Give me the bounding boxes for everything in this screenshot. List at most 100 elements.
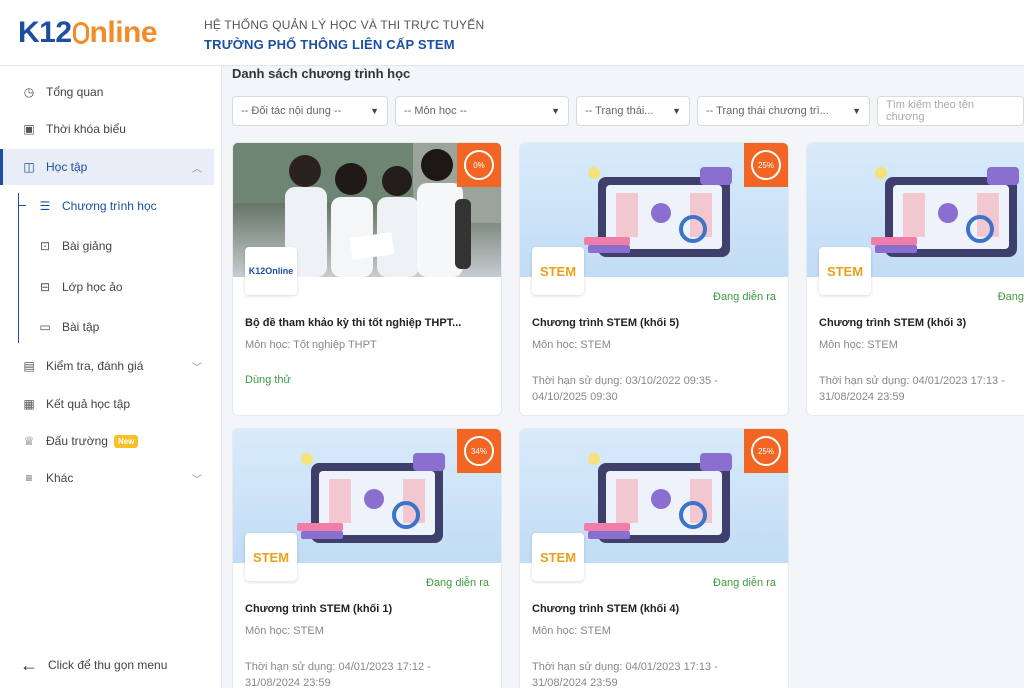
clipboard-icon: ▤	[23, 359, 35, 373]
search-input[interactable]: Tìm kiếm theo tên chương	[877, 96, 1024, 126]
system-name: HỆ THỐNG QUẢN LÝ HỌC VÀ THI TRỰC TUYẾN	[204, 18, 485, 32]
progress-percent: 0%	[464, 150, 494, 180]
stem-logo: STEM	[532, 247, 584, 295]
sidebar-item-results[interactable]: ▦ Kết quả học tập	[0, 386, 214, 422]
status-label: Đang diễn ra	[713, 291, 776, 303]
chevron-down-icon: ▼	[551, 106, 560, 116]
expiry-line: Thời hạn sử dụng: 04/01/2023 17:13 -	[819, 375, 1005, 387]
expiry-line: Thời hạn sử dụng: 03/10/2022 09:35 -	[532, 375, 718, 387]
stem-logo-text: STEM	[539, 263, 577, 279]
chevron-up-icon: ︿	[192, 163, 202, 175]
subject-select[interactable]: -- Môn học -- ▼	[395, 96, 569, 126]
logo-online-text: nline	[89, 16, 158, 49]
school-name: TRƯỜNG PHỔ THÔNG LIÊN CẤP STEM	[204, 37, 455, 52]
chevron-down-icon: ▼	[370, 106, 379, 116]
progress-percent: 34%	[464, 436, 494, 466]
sidebar-item-learning[interactable]: ◫ Học tập ︿	[0, 149, 214, 185]
sidebar-item-lectures[interactable]: ⊡ Bài giảng	[0, 228, 214, 264]
sidebar-item-curriculum[interactable]: ☰ Chương trình học	[0, 188, 214, 224]
card-title: Chương trình STEM (khối 4)	[532, 603, 680, 615]
content-partner-select[interactable]: -- Đối tác nội dung -- ▼	[232, 96, 388, 126]
progress-badge: 0%	[457, 143, 501, 187]
status-label: Đang diễn ra	[426, 577, 489, 589]
card-title: Chương trình STEM (khối 1)	[245, 603, 393, 615]
list-icon: ☰	[39, 199, 51, 213]
open-book-icon: ⊡	[39, 239, 51, 253]
program-card[interactable]: 25% STEM Đang diễn ra Chương trình STEM …	[519, 428, 789, 688]
card-subject: Môn học: Tốt nghiệp THPT	[245, 339, 377, 351]
card-subject: Môn học: STEM	[245, 625, 324, 637]
arrow-left-icon: ←	[20, 654, 38, 675]
sidebar-item-virtual-class[interactable]: ⊟ Lớp học ảo	[0, 269, 214, 305]
logo-mouse-icon	[72, 22, 89, 44]
card-expiry: Thời hạn sử dụng: 04/01/2023 17:13 - 31/…	[532, 659, 782, 688]
sidebar-item-label: Khác	[46, 471, 74, 485]
stem-logo-text: STEM	[252, 549, 290, 565]
collapse-menu-label: Click để thu gọn menu	[48, 658, 168, 672]
sidebar-item-label: Thời khóa biểu	[46, 122, 126, 136]
card-subject: Môn học: STEM	[532, 625, 611, 637]
stem-logo-text: STEM	[539, 549, 577, 565]
partner-logo: K12Online	[245, 247, 297, 295]
chevron-down-icon: ﹀	[192, 362, 202, 374]
select-value: -- Đối tác nội dung --	[241, 105, 342, 117]
dashboard-icon: ◷	[23, 85, 35, 99]
status-select[interactable]: -- Trạng thái... ▼	[576, 96, 690, 126]
sidebar-item-label: Học tập	[46, 160, 88, 174]
sidebar-item-overview[interactable]: ◷ Tổng quan	[0, 74, 214, 110]
select-value: -- Trạng thái...	[585, 105, 654, 117]
program-card[interactable]: STEM Đang Chương trình STEM (khối 3) Môn…	[806, 142, 1024, 416]
sidebar-item-assignments[interactable]: ▭ Bài tập	[0, 309, 214, 345]
card-title: Chương trình STEM (khối 5)	[532, 317, 680, 329]
expiry-line: 31/08/2024 23:59	[819, 391, 905, 403]
chevron-down-icon: ▼	[672, 106, 681, 116]
program-card[interactable]: 0% K12Online Bộ đề tham khảo kỳ thi tốt …	[232, 142, 502, 416]
sidebar: ◷ Tổng quan ▣ Thời khóa biểu ◫ Học tập ︿…	[0, 66, 222, 688]
trial-link[interactable]: Dùng thử	[245, 374, 291, 386]
status-label: Đang	[997, 291, 1024, 303]
program-card[interactable]: 25% STEM Đang diễn ra Chương trình STEM …	[519, 142, 789, 416]
expiry-line: 04/10/2025 09:30	[532, 391, 618, 403]
collapse-menu-button[interactable]: ← Click để thu gọn menu	[0, 650, 214, 680]
progress-percent: 25%	[751, 436, 781, 466]
card-title: Chương trình STEM (khối 3)	[819, 317, 967, 329]
logo-k12-text: K12	[18, 16, 72, 49]
new-badge: New	[113, 434, 139, 448]
chevron-down-icon: ﹀	[192, 474, 202, 486]
k12online-logo[interactable]: K12 nline	[18, 16, 158, 50]
search-placeholder: Tìm kiếm theo tên chương	[886, 99, 975, 123]
select-value: -- Trạng thái chương trì...	[706, 105, 829, 117]
sidebar-item-label: Kết quả học tập	[46, 397, 131, 411]
sidebar-item-label: Đấu trường	[46, 434, 108, 448]
select-value: -- Môn học --	[404, 105, 467, 117]
virtual-class-icon: ⊟	[39, 280, 51, 294]
program-status-select[interactable]: -- Trạng thái chương trì... ▼	[697, 96, 870, 126]
card-expiry: Thời hạn sử dụng: 03/10/2022 09:35 - 04/…	[532, 373, 782, 405]
program-card[interactable]: 34% STEM Đang diễn ra Chương trình STEM …	[232, 428, 502, 688]
sidebar-item-arena[interactable]: ♕ Đấu trường New	[0, 423, 214, 459]
school-info: HỆ THỐNG QUẢN LÝ HỌC VÀ THI TRỰC TUYẾN T…	[204, 18, 484, 52]
sidebar-item-assessment[interactable]: ▤ Kiểm tra, đánh giá ﹀	[0, 348, 214, 384]
stem-logo: STEM	[532, 533, 584, 581]
calendar-icon: ▣	[23, 122, 35, 136]
k12online-logo-small: K12Online	[248, 266, 294, 276]
expiry-line: 31/08/2024 23:59	[532, 677, 618, 688]
app-header: K12 nline HỆ THỐNG QUẢN LÝ HỌC VÀ THI TRỰ…	[0, 0, 1024, 66]
sidebar-item-label: Lớp học ảo	[62, 280, 123, 294]
progress-badge: 34%	[457, 429, 501, 473]
sidebar-item-label: Chương trình học	[62, 199, 157, 213]
card-subject: Môn học: STEM	[819, 339, 898, 351]
card-expiry: Thời hạn sử dụng: 04/01/2023 17:13 - 31/…	[819, 373, 1023, 405]
sidebar-item-other[interactable]: ≡ Khác ﹀	[0, 460, 214, 496]
sidebar-item-timetable[interactable]: ▣ Thời khóa biểu	[0, 111, 214, 147]
card-subject: Môn học: STEM	[532, 339, 611, 351]
trophy-icon: ♕	[23, 434, 35, 448]
stem-logo: STEM	[245, 533, 297, 581]
menu-icon: ≡	[25, 471, 33, 485]
tablet-icon: ▭	[39, 320, 51, 334]
stem-logo: STEM	[819, 247, 871, 295]
book-icon: ◫	[23, 160, 35, 174]
page-title: Danh sách chương trình học	[232, 66, 411, 81]
expiry-line: Thời hạn sử dụng: 04/01/2023 17:13 -	[532, 661, 718, 673]
card-expiry: Thời hạn sử dụng: 04/01/2023 17:12 - 31/…	[245, 659, 495, 688]
